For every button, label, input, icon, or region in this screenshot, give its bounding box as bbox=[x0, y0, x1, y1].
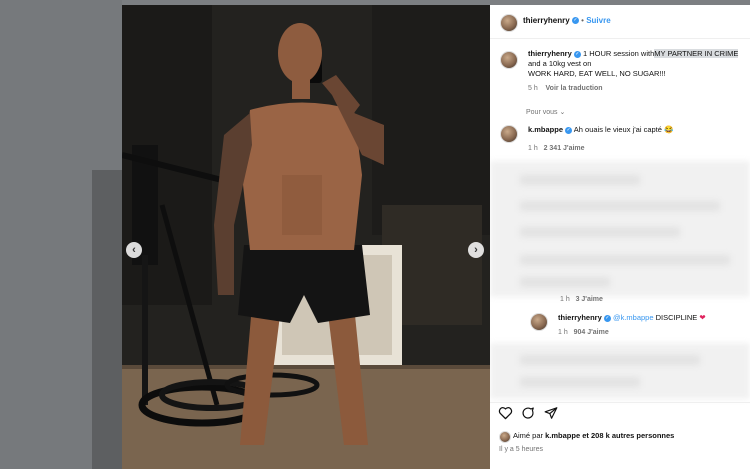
verified-badge-icon: ✓ bbox=[571, 17, 579, 25]
blurred-line bbox=[520, 227, 680, 237]
comment-icon[interactable] bbox=[521, 406, 535, 420]
reply-text: DISCIPLINE bbox=[655, 313, 698, 322]
reply-author[interactable]: thierryhenry bbox=[558, 313, 602, 322]
comment-item: k.mbappe ✓ Ah ouais le vieux j'ai capté … bbox=[528, 125, 673, 135]
comment-time: 1 h bbox=[528, 145, 538, 152]
caption-time: 5 h bbox=[528, 85, 538, 92]
comment-meta: 1 h 3 J'aime bbox=[560, 296, 603, 303]
caption-text-1: 1 HOUR session with bbox=[582, 49, 655, 58]
backdrop-strip bbox=[92, 170, 122, 469]
comment-text: Ah ouais le vieux j'ai capté 😂 bbox=[573, 125, 674, 134]
blurred-line bbox=[520, 175, 640, 185]
liked-by-prefix: Aimé par bbox=[513, 431, 544, 440]
red-heart-icon: ❤ bbox=[699, 313, 706, 322]
liker-avatar[interactable] bbox=[499, 431, 511, 443]
comment-avatar[interactable] bbox=[500, 125, 518, 143]
blurred-line bbox=[520, 355, 700, 365]
for-you-toggle[interactable]: Pour vous ⌄ bbox=[526, 108, 565, 116]
chevron-down-icon: ⌄ bbox=[559, 109, 566, 116]
blurred-line bbox=[520, 201, 720, 211]
caption-avatar[interactable] bbox=[500, 51, 518, 69]
caption-highlight: MY PARTNER IN CRIME bbox=[654, 49, 739, 58]
heart-icon[interactable] bbox=[498, 406, 513, 420]
author-username[interactable]: thierryhenry bbox=[523, 16, 570, 25]
reply-item: thierryhenry ✓ @k.mbappe DISCIPLINE ❤ bbox=[558, 313, 706, 323]
mirror-selfie-illustration bbox=[122, 5, 490, 469]
reply-meta: 1 h 904 J'aime bbox=[558, 329, 609, 336]
header-divider bbox=[490, 38, 750, 39]
likes-summary[interactable]: Aimé par k.mbappe et 208 k autres person… bbox=[513, 431, 674, 440]
author-avatar[interactable] bbox=[500, 14, 518, 32]
reply-avatar[interactable] bbox=[530, 313, 548, 331]
comment-meta: 1 h 2 341 J'aime bbox=[528, 145, 585, 152]
comment-time: 1 h bbox=[560, 296, 570, 303]
actions-divider bbox=[490, 402, 750, 403]
posted-time: Il y a 5 heures bbox=[499, 446, 543, 453]
blurred-line bbox=[520, 277, 610, 287]
verified-badge-icon: ✓ bbox=[565, 126, 573, 134]
translate-link[interactable]: Voir la traduction bbox=[546, 85, 603, 92]
chevron-right-icon[interactable]: › bbox=[468, 242, 484, 258]
caption: thierryhenry ✓ 1 HOUR session withMY PAR… bbox=[528, 49, 750, 79]
reply-time: 1 h bbox=[558, 329, 568, 336]
reply-mention[interactable]: @k.mbappe bbox=[613, 313, 654, 322]
caption-meta: 5 h Voir la traduction bbox=[528, 85, 603, 92]
blurred-line bbox=[520, 255, 730, 265]
reply-likes[interactable]: 904 J'aime bbox=[574, 329, 609, 336]
comment-author[interactable]: k.mbappe bbox=[528, 125, 563, 134]
chevron-left-icon[interactable]: ‹ bbox=[126, 242, 142, 258]
for-you-label: Pour vous bbox=[526, 109, 558, 116]
comment-likes[interactable]: 3 J'aime bbox=[576, 296, 603, 303]
liked-by-rest[interactable]: et 208 k autres personnes bbox=[582, 431, 674, 440]
post-header: thierryhenry ✓ • Suivre bbox=[523, 16, 611, 25]
caption-text-3: WORK HARD, EAT WELL, NO SUGAR!!! bbox=[528, 69, 666, 78]
verified-badge-icon: ✓ bbox=[573, 50, 581, 58]
liked-by-user[interactable]: k.mbappe bbox=[545, 431, 580, 440]
comment-likes[interactable]: 2 341 J'aime bbox=[544, 145, 585, 152]
verified-badge-icon: ✓ bbox=[603, 314, 611, 322]
blurred-line bbox=[520, 377, 640, 387]
follow-button[interactable]: Suivre bbox=[586, 16, 610, 25]
send-icon[interactable] bbox=[544, 406, 558, 420]
caption-author[interactable]: thierryhenry bbox=[528, 49, 572, 58]
caption-text-2: and a 10kg vest on bbox=[528, 59, 592, 68]
post-photo: ‹ › bbox=[122, 5, 490, 469]
blurred-comments bbox=[490, 343, 750, 399]
comments-panel: thierryhenry ✓ • Suivre thierryhenry ✓ 1… bbox=[490, 5, 750, 469]
